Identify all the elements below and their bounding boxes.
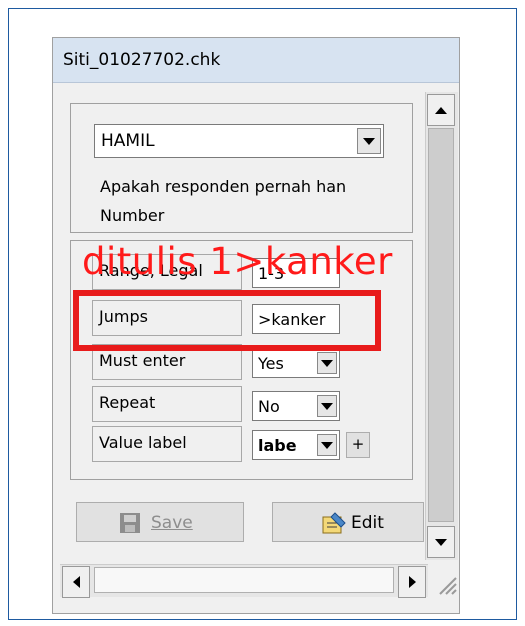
horizontal-scroll-thumb[interactable] <box>94 567 394 593</box>
edit-label: Edit <box>351 513 384 533</box>
variable-select[interactable]: HAMIL <box>94 124 384 158</box>
scroll-up-icon[interactable] <box>427 94 455 126</box>
question-text: Apakah responden pernah han <box>100 177 347 196</box>
annotation-highlight-box <box>73 290 381 351</box>
chevron-down-icon[interactable] <box>317 352 337 374</box>
add-value-label-button[interactable]: + <box>346 432 370 458</box>
vertical-scrollbar[interactable] <box>425 92 458 560</box>
value-label-value: labe <box>258 436 297 455</box>
question-description: Apakah responden pernah han Number <box>100 172 386 230</box>
value-label-select[interactable]: labe <box>252 430 340 460</box>
scroll-right-icon[interactable] <box>398 566 426 598</box>
save-button[interactable]: Save <box>76 502 244 542</box>
edit-button[interactable]: Edit <box>272 502 424 542</box>
scroll-down-icon[interactable] <box>427 526 455 558</box>
vertical-scroll-thumb[interactable] <box>428 128 454 522</box>
add-value-label-text: + <box>351 435 365 453</box>
repeat-value: No <box>258 397 280 416</box>
variable-select-value: HAMIL <box>101 131 155 151</box>
save-disk-icon <box>120 513 140 533</box>
annotation-text: ditulis 1>kanker <box>82 240 393 283</box>
window-titlebar: Siti_01027702.chk <box>53 38 459 83</box>
resize-grip-icon[interactable] <box>434 572 458 596</box>
edit-pencil-icon <box>322 512 346 534</box>
chevron-down-icon[interactable] <box>317 434 337 456</box>
must-enter-select[interactable]: Yes <box>252 348 340 378</box>
must-enter-value: Yes <box>258 354 284 373</box>
save-label: Save <box>151 513 193 533</box>
window-title: Siti_01027702.chk <box>63 50 221 70</box>
repeat-label: Repeat <box>92 386 242 422</box>
chevron-down-icon[interactable] <box>357 128 381 154</box>
question-type: Number <box>100 206 165 225</box>
horizontal-scrollbar[interactable] <box>60 564 428 598</box>
chevron-down-icon[interactable] <box>317 395 337 417</box>
value-label-label: Value label <box>92 426 242 462</box>
scroll-left-icon[interactable] <box>62 566 90 598</box>
repeat-select[interactable]: No <box>252 391 340 421</box>
